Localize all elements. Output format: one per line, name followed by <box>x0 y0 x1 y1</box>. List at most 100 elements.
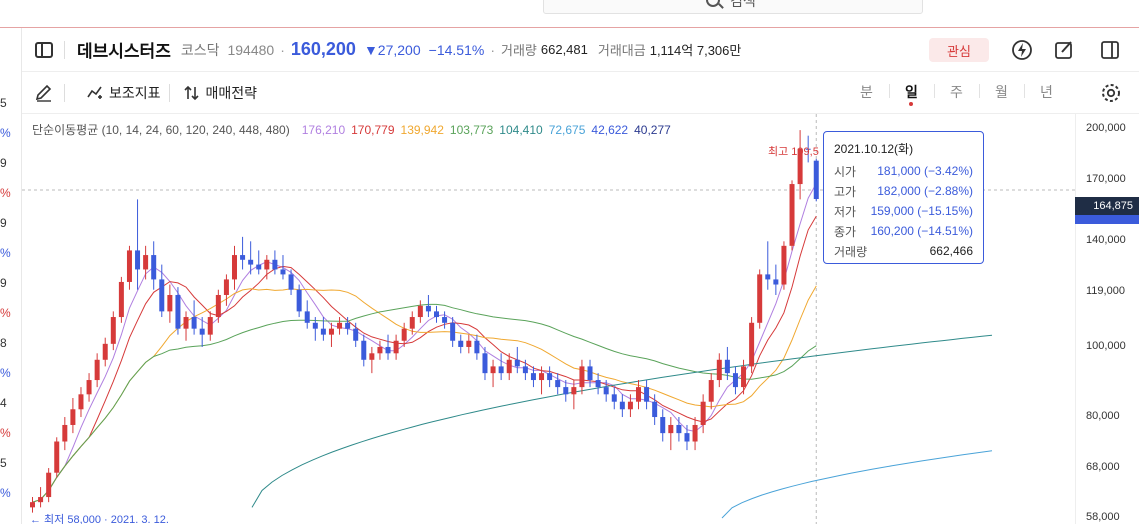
candle-body[interactable] <box>498 366 504 374</box>
sidebar-toggle-icon[interactable] <box>32 38 56 62</box>
candle-body[interactable] <box>264 259 270 270</box>
candle-body[interactable] <box>627 401 633 410</box>
candle-body[interactable] <box>320 328 326 335</box>
indicator-button[interactable]: 보조지표 <box>87 83 161 103</box>
candle-body[interactable] <box>304 311 310 323</box>
candle-body[interactable] <box>434 311 439 318</box>
candle-body[interactable] <box>603 387 609 395</box>
candle-body[interactable] <box>595 380 601 388</box>
candle-body[interactable] <box>442 317 448 323</box>
candle-body[interactable] <box>377 346 383 354</box>
candle-body[interactable] <box>652 401 658 418</box>
candle-body[interactable] <box>86 380 92 395</box>
candle-body[interactable] <box>232 255 237 280</box>
candle-body[interactable] <box>223 279 229 295</box>
candle-body[interactable] <box>361 340 367 360</box>
candle-body[interactable] <box>522 366 528 374</box>
candle-body[interactable] <box>143 255 149 270</box>
strategy-button[interactable]: 매매전략 <box>183 83 257 103</box>
candle-body[interactable] <box>611 394 617 402</box>
candle-body[interactable] <box>539 373 545 381</box>
candle-body[interactable] <box>126 250 132 282</box>
candle-body[interactable] <box>256 264 262 270</box>
candle-body[interactable] <box>587 366 593 381</box>
candle-body[interactable] <box>563 387 569 395</box>
candle-body[interactable] <box>385 346 391 354</box>
candle-body[interactable] <box>78 394 84 410</box>
candle-body[interactable] <box>668 424 674 434</box>
candle-body[interactable] <box>46 472 52 498</box>
candle-body[interactable] <box>506 359 512 374</box>
candle-body[interactable] <box>151 255 157 280</box>
period-tab-year[interactable]: 년 <box>1024 82 1069 102</box>
candle-body[interactable] <box>70 409 76 425</box>
candle-body[interactable] <box>118 281 124 318</box>
candle-body[interactable] <box>328 328 334 335</box>
candle-body[interactable] <box>110 317 116 344</box>
candle-body[interactable] <box>280 269 286 275</box>
favorite-button[interactable]: 관심 <box>929 38 989 62</box>
candle-body[interactable] <box>636 387 641 402</box>
candle-body[interactable] <box>579 366 585 388</box>
candle-body[interactable] <box>724 359 730 374</box>
candle-body[interactable] <box>409 317 415 329</box>
candle-body[interactable] <box>296 289 302 312</box>
candle-body[interactable] <box>571 387 577 395</box>
candle-body[interactable] <box>773 279 779 285</box>
candle-body[interactable] <box>135 250 141 270</box>
candle-body[interactable] <box>54 441 60 473</box>
edit-icon[interactable] <box>1053 39 1075 66</box>
panel-layout-icon[interactable] <box>1099 39 1121 66</box>
candle-body[interactable] <box>530 373 536 381</box>
candle-body[interactable] <box>700 401 706 425</box>
candle-body[interactable] <box>555 380 561 388</box>
candle-body[interactable] <box>369 353 375 360</box>
candle-body[interactable] <box>215 294 221 318</box>
candle-body[interactable] <box>401 328 407 341</box>
candle-body[interactable] <box>547 373 553 381</box>
candle-body[interactable] <box>167 294 173 312</box>
search-box[interactable]: 검색 <box>543 0 923 14</box>
candle-body[interactable] <box>159 279 165 312</box>
period-tab-month[interactable]: 월 <box>979 82 1024 102</box>
candle-body[interactable] <box>94 359 100 381</box>
candle-body[interactable] <box>490 366 496 374</box>
candle-body[interactable] <box>272 259 278 270</box>
candle-body[interactable] <box>191 317 197 329</box>
pen-icon[interactable] <box>32 81 56 105</box>
candle-body[interactable] <box>288 274 294 290</box>
period-tab-day[interactable]: 일 <box>889 82 934 106</box>
candle-body[interactable] <box>102 343 108 360</box>
candle-body[interactable] <box>199 328 205 335</box>
candle-body[interactable] <box>716 359 722 381</box>
candle-body[interactable] <box>353 328 359 341</box>
candle-body[interactable] <box>619 401 625 410</box>
candle-body[interactable] <box>765 274 771 280</box>
candle-body[interactable] <box>175 294 181 329</box>
candle-body[interactable] <box>425 305 431 312</box>
candle-body[interactable] <box>466 340 472 347</box>
candle-body[interactable] <box>240 255 246 260</box>
candle-body[interactable] <box>757 274 763 323</box>
candle-body[interactable] <box>514 359 520 367</box>
candle-body[interactable] <box>312 322 318 329</box>
candle-body[interactable] <box>450 322 456 341</box>
candle-body[interactable] <box>417 305 423 318</box>
candle-body[interactable] <box>337 322 343 329</box>
settings-icon[interactable] <box>1100 82 1122 109</box>
candle-body[interactable] <box>644 387 650 402</box>
candle-body[interactable] <box>30 502 35 508</box>
candle-body[interactable] <box>813 160 819 199</box>
candle-body[interactable] <box>692 424 698 442</box>
candle-body[interactable] <box>62 424 68 442</box>
candle-body[interactable] <box>248 259 254 265</box>
candle-body[interactable] <box>732 373 738 388</box>
candle-body[interactable] <box>789 184 795 246</box>
period-tab-week[interactable]: 주 <box>934 82 979 102</box>
period-tab-minute[interactable]: 분 <box>844 82 889 102</box>
candle-body[interactable] <box>676 424 682 434</box>
candle-body[interactable] <box>393 340 399 354</box>
candle-body[interactable] <box>207 317 213 335</box>
candle-body[interactable] <box>781 245 787 285</box>
candle-body[interactable] <box>38 497 44 503</box>
